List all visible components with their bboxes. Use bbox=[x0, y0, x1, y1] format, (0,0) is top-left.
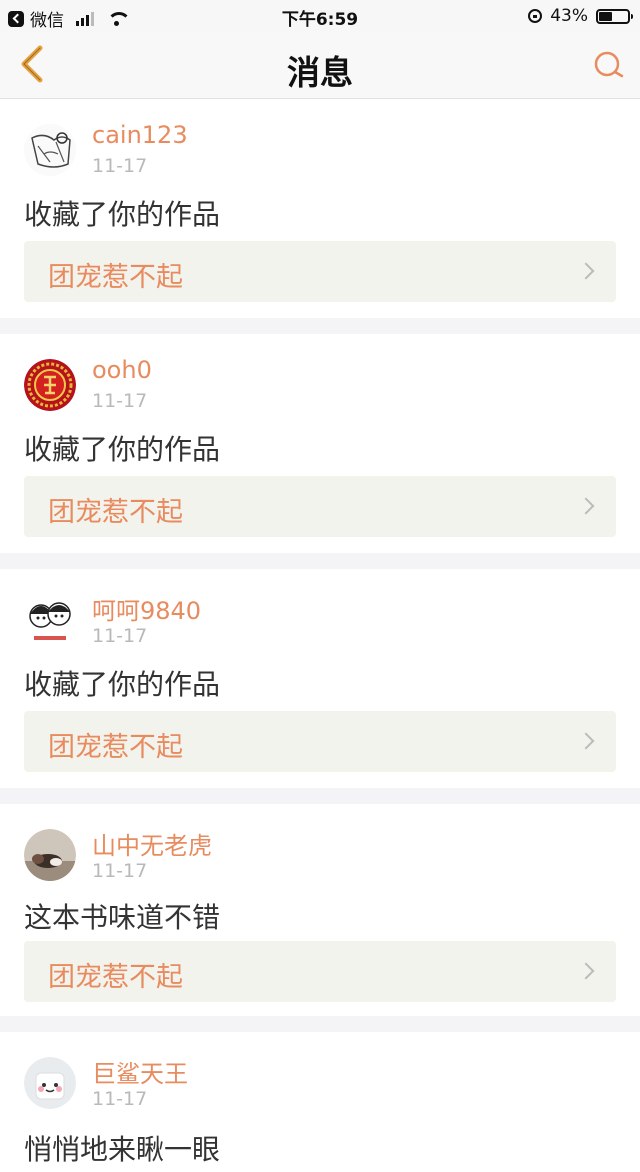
battery-percent: 43% bbox=[550, 6, 588, 26]
nav-bar: 消息 bbox=[0, 32, 640, 99]
message-text: 收藏了你的作品 bbox=[24, 198, 221, 231]
user-name[interactable]: ooh0 bbox=[92, 356, 152, 384]
status-bar: 微信 下午6:59 43% bbox=[0, 0, 640, 32]
message-card: cain123 11-17 收藏了你的作品 团宠惹不起 bbox=[0, 99, 640, 318]
work-title: 团宠惹不起 bbox=[48, 262, 183, 293]
work-title: 团宠惹不起 bbox=[48, 962, 183, 993]
chevron-right-icon bbox=[577, 262, 595, 280]
message-text: 收藏了你的作品 bbox=[24, 668, 221, 701]
chevron-right-icon bbox=[577, 962, 595, 980]
work-title: 团宠惹不起 bbox=[48, 497, 183, 528]
avatar[interactable] bbox=[24, 359, 76, 411]
work-link[interactable]: 团宠惹不起 bbox=[24, 241, 616, 302]
work-link[interactable]: 团宠惹不起 bbox=[24, 711, 616, 772]
rotation-lock-icon bbox=[528, 9, 543, 23]
message-card: 巨鲨天王 11-17 悄悄地来瞅一眼 bbox=[0, 1032, 640, 1172]
chevron-right-icon bbox=[577, 497, 595, 515]
work-link[interactable]: 团宠惹不起 bbox=[24, 476, 616, 537]
avatar[interactable] bbox=[24, 1057, 76, 1109]
user-name[interactable]: 山中无老虎 bbox=[92, 826, 212, 861]
page-title: 消息 bbox=[287, 53, 353, 92]
chevron-right-icon bbox=[577, 732, 595, 750]
message-date: 11-17 bbox=[92, 155, 148, 177]
avatar[interactable] bbox=[24, 124, 76, 176]
work-link[interactable]: 团宠惹不起 bbox=[24, 941, 616, 1002]
message-date: 11-17 bbox=[92, 1088, 148, 1110]
search-icon[interactable] bbox=[592, 49, 626, 83]
battery-icon bbox=[596, 8, 633, 24]
status-bar-right: 43% bbox=[528, 6, 633, 26]
message-card: 山中无老虎 11-17 这本书味道不错 团宠惹不起 bbox=[0, 804, 640, 1016]
message-text: 这本书味道不错 bbox=[24, 901, 221, 934]
message-date: 11-17 bbox=[92, 625, 148, 647]
message-date: 11-17 bbox=[92, 390, 148, 412]
message-list: cain123 11-17 收藏了你的作品 团宠惹不起 ooh0 11-17 收… bbox=[0, 99, 640, 1172]
message-card: ooh0 11-17 收藏了你的作品 团宠惹不起 bbox=[0, 334, 640, 553]
message-text: 悄悄地来瞅一眼 bbox=[24, 1133, 221, 1166]
avatar[interactable] bbox=[24, 594, 76, 646]
user-name[interactable]: 巨鲨天王 bbox=[92, 1054, 188, 1089]
work-title: 团宠惹不起 bbox=[48, 732, 183, 763]
user-name[interactable]: cain123 bbox=[92, 121, 188, 149]
user-name[interactable]: 呵呵9840 bbox=[92, 591, 201, 626]
message-card: 呵呵9840 11-17 收藏了你的作品 团宠惹不起 bbox=[0, 569, 640, 788]
message-text: 收藏了你的作品 bbox=[24, 433, 221, 466]
message-date: 11-17 bbox=[92, 860, 148, 882]
avatar[interactable] bbox=[24, 829, 76, 881]
